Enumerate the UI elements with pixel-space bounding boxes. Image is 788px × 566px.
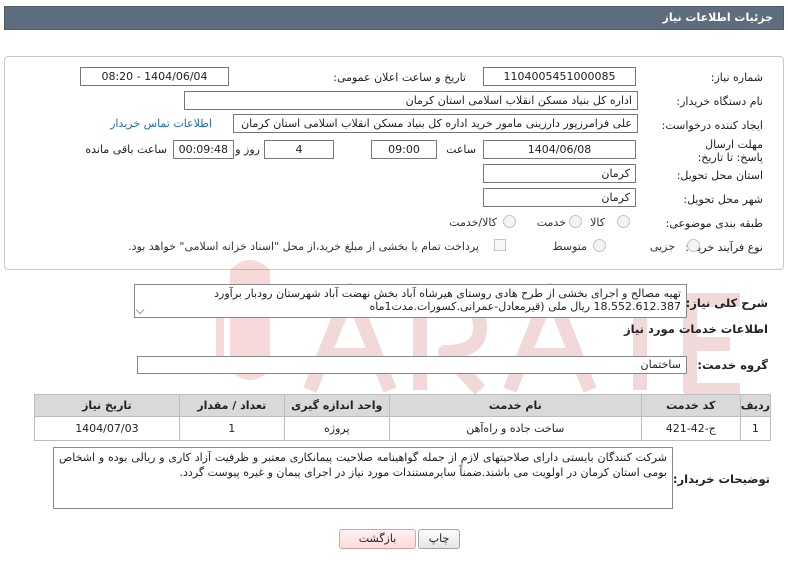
deadline-date-field: 1404/06/08 [483,140,636,159]
buyer-notes-text: شرکت کنندگان بایستی دارای صلاحیتهای لازم… [53,447,673,509]
column-quantity: تعداد / مقدار [178,394,285,417]
column-service-name: نام خدمت [388,394,642,417]
column-row-number: ردیف [739,394,772,417]
cell-service-code: ج-42-421 [640,416,741,441]
buyer-contact-link[interactable]: اطلاعات تماس خریدار [110,117,212,130]
category-radio-goods[interactable] [617,215,630,228]
process-radio-minor[interactable] [687,239,700,252]
table-row: 1 ج-42-421 ساخت جاده و راه‌آهن پروژه 1 1… [34,416,772,441]
category-label: طبقه بندی موضوعی: [665,217,763,230]
column-need-date: تاریخ نیاز [34,394,180,417]
days-label: روز و [235,143,260,156]
announce-label: تاریخ و ساعت اعلان عمومی: [333,71,466,84]
column-service-code: کد خدمت [640,394,741,417]
services-section-title: اطلاعات خدمات مورد نیاز [624,322,768,336]
creator-field: علی فرامرزپور دارزینی مامور خرید اداره ک… [233,114,638,133]
category-option-goods-service: کالا/خدمت [449,216,497,229]
process-option-minor: جزیی [649,240,675,253]
province-label: استان محل تحویل: [676,169,763,182]
category-option-goods: کالا [590,216,605,229]
page-title: جزئیات اطلاعات نیاز [662,11,774,24]
table-header-row: ردیف کد خدمت نام خدمت واحد اندازه گیری ت… [34,394,772,417]
remaining-label: ساعت باقی مانده [85,143,167,156]
remaining-time-field: 00:09:48 [173,140,234,159]
city-field: کرمان [483,188,636,207]
province-field: کرمان [483,164,636,183]
buyer-org-label: نام دستگاه خریدار: [676,95,763,108]
cell-row-number: 1 [739,416,772,441]
summary-text: تهیه مصالح و اجرای بخشی از طرح هادی روست… [134,284,687,318]
service-group-field: ساختمان [137,356,687,374]
print-button[interactable]: چاپ [418,529,460,549]
need-details-page: جزئیات اطلاعات نیاز شماره نیاز: 11040054… [0,0,788,566]
process-radio-medium[interactable] [593,239,606,252]
services-table: ردیف کد خدمت نام خدمت واحد اندازه گیری ت… [34,394,772,441]
cell-need-date: 1404/07/03 [34,416,180,441]
cell-unit: پروژه [283,416,390,441]
deadline-label: مهلت ارسال پاسخ: تا تاریخ: [697,138,763,164]
buyer-org-field: اداره کل بنیاد مسکن انقلاب اسلامی استان … [184,91,638,110]
cell-service-name: ساخت جاده و راه‌آهن [388,416,642,441]
summary-label: شرح کلی نیاز: [685,296,768,310]
buyer-notes-label: توضیحات خریدار: [672,472,770,486]
need-info-panel [4,56,784,270]
category-radio-goods-service[interactable] [503,215,516,228]
announce-datetime-field: 1404/06/04 - 08:20 [80,67,229,86]
city-label: شهر محل تحویل: [683,193,763,206]
column-unit: واحد اندازه گیری [283,394,390,417]
need-number-field: 1104005451000085 [483,67,636,86]
treasury-payment-checkbox[interactable] [494,239,506,251]
deadline-time-field: 09:00 [371,140,437,159]
category-option-service: خدمت [536,216,566,229]
back-button[interactable]: بازگشت [339,529,416,549]
service-group-label: گروه خدمت: [697,358,768,372]
creator-label: ایجاد کننده درخواست: [661,119,763,132]
need-number-label: شماره نیاز: [710,71,763,84]
process-option-medium: متوسط [552,240,587,253]
category-radio-service[interactable] [569,215,582,228]
treasury-payment-note: پرداخت تمام یا بخشی از مبلغ خرید،از محل … [128,240,479,253]
cell-quantity: 1 [178,416,285,441]
page-header: جزئیات اطلاعات نیاز [4,6,784,30]
days-field: 4 [264,140,334,159]
deadline-time-label: ساعت [446,143,476,156]
